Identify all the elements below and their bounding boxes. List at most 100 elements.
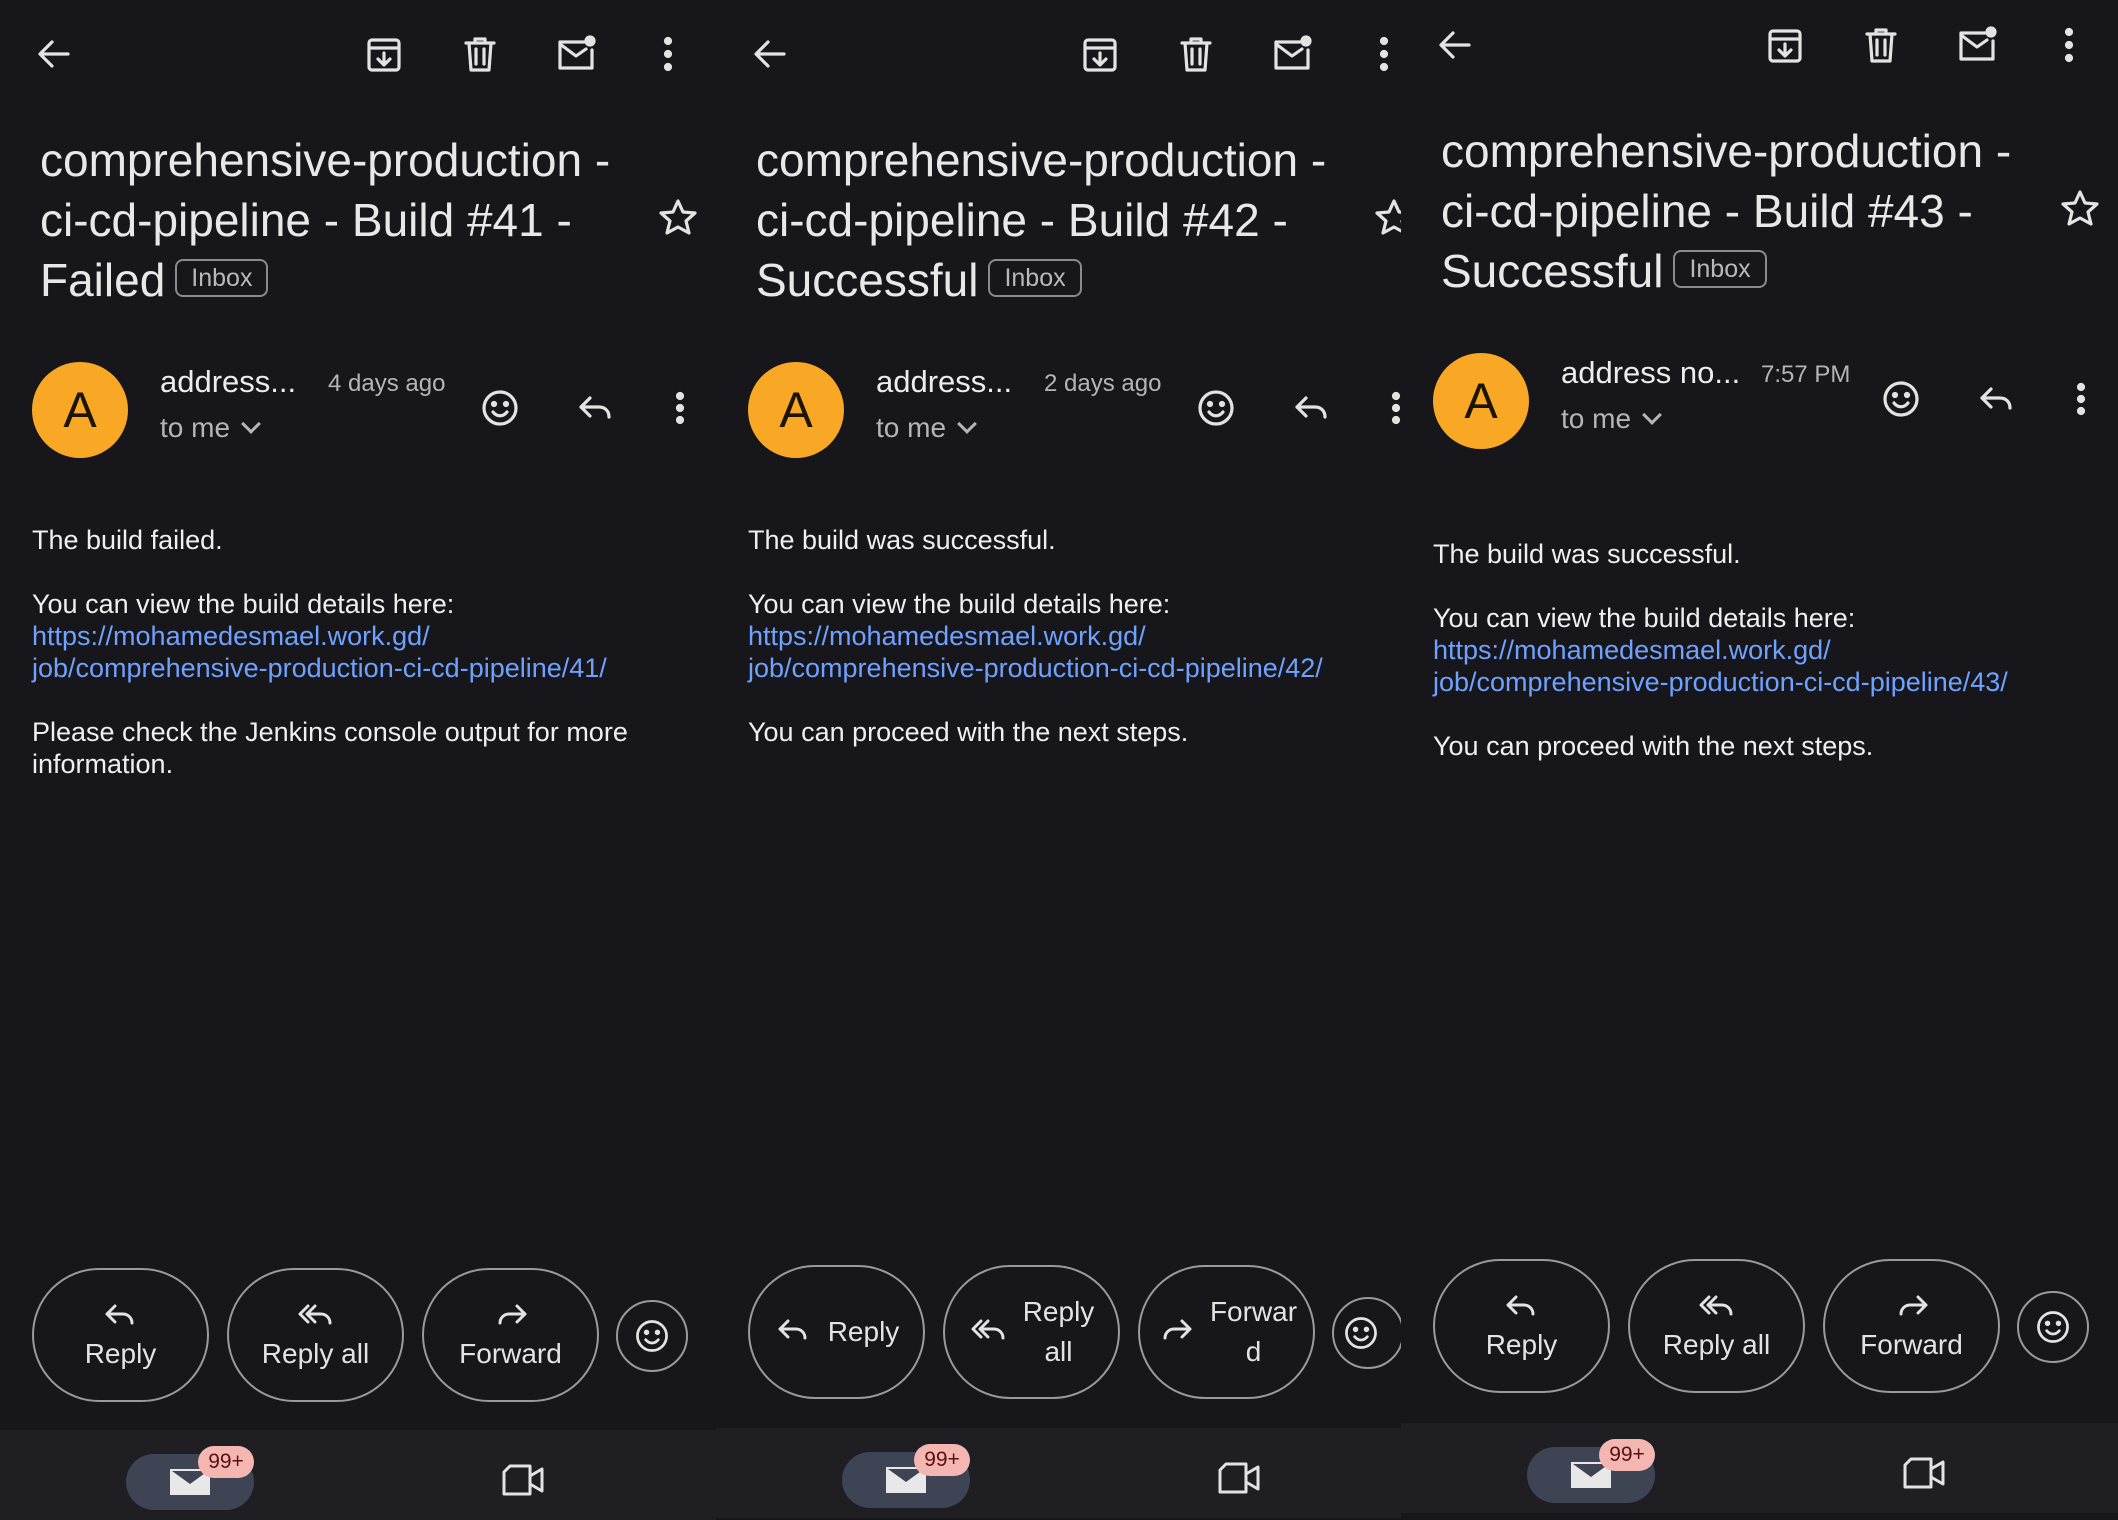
mark-unread-icon[interactable] (1949, 17, 2005, 73)
email-body: The build failed. You can view the build… (32, 524, 682, 812)
inbox-badge[interactable]: Inbox (988, 258, 1082, 297)
action-bar: Reply Reply all Forward (1433, 1259, 2113, 1393)
inbox-badge[interactable]: Inbox (1673, 249, 1767, 288)
sent-time: 4 days ago (328, 370, 446, 397)
unread-count-badge: 99+ (1599, 1439, 1655, 1471)
email-body: The build was successful. You can view t… (1433, 538, 2083, 794)
body-paragraph: You can view the build details here: htt… (748, 588, 1398, 684)
reply-all-button[interactable]: Reply all (943, 1265, 1120, 1399)
emoji-icon[interactable] (472, 380, 528, 436)
archive-icon[interactable] (356, 26, 412, 82)
emoji-icon[interactable] (1188, 380, 1244, 436)
forward-button[interactable]: Forward (422, 1268, 599, 1402)
emoji-icon (636, 1320, 668, 1352)
forward-button[interactable]: Forward (1823, 1259, 2000, 1393)
emoji-icon[interactable] (1873, 371, 1929, 427)
delete-icon[interactable] (1168, 26, 1224, 82)
mark-unread-icon[interactable] (548, 26, 604, 82)
forward-button[interactable]: Forward (1138, 1265, 1315, 1399)
emoji-icon (2037, 1311, 2069, 1343)
emoji-react-button[interactable] (616, 1300, 688, 1372)
forward-icon (498, 1304, 526, 1325)
reply-label: Reply (827, 1316, 900, 1347)
video-icon (502, 1464, 544, 1496)
recipient-toggle[interactable]: to me (1561, 403, 1662, 435)
build-link[interactable]: job/comprehensive-production-ci-cd-pipel… (32, 652, 682, 684)
email-panel-build-42: comprehensive-production -ci-cd-pipeline… (716, 0, 1432, 1520)
back-arrow-icon[interactable] (26, 26, 82, 82)
star-icon[interactable] (650, 190, 706, 246)
reply-icon[interactable] (1969, 371, 2025, 427)
archive-icon[interactable] (1072, 26, 1128, 82)
reply-all-label: Reply all (261, 1338, 370, 1369)
avatar[interactable]: A (1433, 353, 1529, 449)
back-arrow-icon[interactable] (1427, 17, 1483, 73)
bottom-navigation: 99+ (0, 1430, 716, 1520)
reply-all-label: Reply all (1662, 1329, 1771, 1360)
delete-icon[interactable] (1853, 17, 1909, 73)
email-panel-build-43: comprehensive-production -ci-cd-pipeline… (1401, 0, 2118, 1520)
chevron-down-icon (1642, 405, 1662, 425)
more-vert-icon[interactable] (640, 26, 696, 82)
body-line: You can proceed with the next steps. (1433, 731, 1874, 761)
emoji-react-button[interactable] (1332, 1297, 1404, 1369)
reply-button[interactable]: Reply (748, 1265, 925, 1399)
reply-button[interactable]: Reply (1433, 1259, 1610, 1393)
email-panel-build-41: comprehensive-production -ci-cd-pipeline… (0, 0, 716, 1520)
reply-label: Reply (1485, 1329, 1558, 1360)
archive-icon[interactable] (1757, 17, 1813, 73)
reply-icon (1506, 1295, 1534, 1316)
sender-name[interactable]: address no... (1561, 355, 1740, 391)
top-app-bar (716, 0, 1432, 110)
reply-all-button[interactable]: Reply all (227, 1268, 404, 1402)
recipient-toggle[interactable]: to me (160, 412, 261, 444)
email-subject: comprehensive-production -ci-cd-pipeline… (40, 130, 640, 310)
forward-icon (1899, 1295, 1927, 1316)
chevron-down-icon (957, 414, 977, 434)
reply-icon[interactable] (1284, 380, 1340, 436)
body-line: The build was successful. (748, 525, 1056, 555)
back-arrow-icon[interactable] (742, 26, 798, 82)
sender-name[interactable]: address... (876, 364, 1012, 400)
more-vert-icon[interactable] (652, 380, 708, 436)
meet-tab[interactable] (1216, 1458, 1264, 1503)
more-vert-icon[interactable] (2053, 371, 2109, 427)
body-line: The build failed. (32, 525, 223, 555)
inbox-badge[interactable]: Inbox (175, 258, 269, 297)
unread-count-badge: 99+ (198, 1446, 254, 1478)
reply-icon[interactable] (568, 380, 624, 436)
meet-tab[interactable] (500, 1460, 548, 1505)
more-vert-icon[interactable] (2041, 17, 2097, 73)
star-icon[interactable] (2052, 181, 2108, 237)
reply-all-icon (971, 1319, 1005, 1340)
sender-row: A address no... 7:57 PM to me (1433, 353, 2093, 449)
build-link[interactable]: job/comprehensive-production-ci-cd-pipel… (1433, 666, 2083, 698)
reply-button[interactable]: Reply (32, 1268, 209, 1402)
emoji-react-button[interactable] (2017, 1291, 2089, 1363)
recipient-toggle[interactable]: to me (876, 412, 977, 444)
delete-icon[interactable] (452, 26, 508, 82)
action-bar: Reply Reply all Forwar d (748, 1265, 1428, 1399)
subject-text: comprehensive-production -ci-cd-pipeline… (40, 134, 611, 306)
sender-row: A address... 4 days ago to me (32, 362, 692, 458)
avatar[interactable]: A (32, 362, 128, 458)
build-link[interactable]: https://mohamedesmael.work.gd/ (1433, 634, 2083, 666)
build-link[interactable]: https://mohamedesmael.work.gd/ (32, 620, 682, 652)
recipient-label: to me (160, 412, 231, 443)
email-subject: comprehensive-production -ci-cd-pipeline… (1441, 121, 2041, 301)
reply-all-button[interactable]: Reply all (1628, 1259, 1805, 1393)
build-link[interactable]: job/comprehensive-production-ci-cd-pipel… (748, 652, 1398, 684)
label-line: d (1245, 1336, 1262, 1367)
sender-name[interactable]: address... (160, 364, 296, 400)
avatar[interactable]: A (748, 362, 844, 458)
body-paragraph: You can view the build details here: htt… (1433, 602, 2083, 698)
reply-all-label: Reply all (1023, 1292, 1095, 1372)
unread-count-badge: 99+ (914, 1444, 970, 1476)
mark-unread-icon[interactable] (1264, 26, 1320, 82)
forward-label: Forward (1860, 1329, 1963, 1360)
video-icon (1903, 1457, 1945, 1489)
body-line: You can view the build details here: (32, 589, 455, 619)
reply-all-icon (298, 1304, 331, 1325)
meet-tab[interactable] (1901, 1453, 1949, 1498)
build-link[interactable]: https://mohamedesmael.work.gd/ (748, 620, 1398, 652)
